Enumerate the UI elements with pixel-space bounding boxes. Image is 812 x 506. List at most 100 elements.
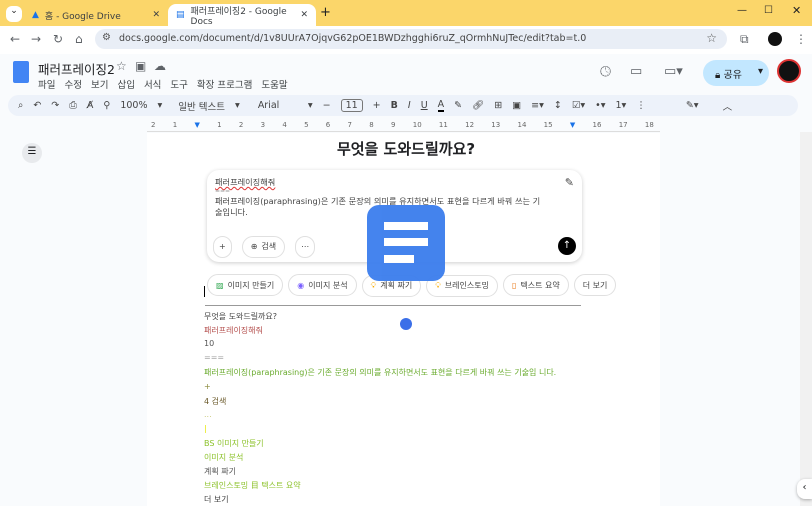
menu-bar: 파일 수정 보기 삽입 서식 도구 확장 프로그램 도움말 — [38, 77, 297, 91]
zoom-select[interactable]: 100% — [120, 100, 147, 111]
underline-icon[interactable]: U — [421, 100, 428, 111]
comment-add-icon[interactable]: ⊞ — [494, 100, 502, 111]
body-line: BS 이미지 만들기 — [204, 438, 264, 448]
bookmark-star-icon[interactable]: ☆ — [706, 31, 717, 45]
window-close-button[interactable]: ✕ — [792, 4, 801, 17]
tab-drive[interactable]: ▲ 홈 - Google Drive ✕ — [24, 4, 168, 26]
menu-tools[interactable]: 도구 — [170, 80, 187, 91]
back-icon[interactable]: ← — [10, 32, 20, 46]
menu-edit[interactable]: 수정 — [64, 80, 81, 91]
extensions-icon[interactable]: ⧉ — [740, 32, 749, 47]
star-icon[interactable]: ☆ — [116, 59, 127, 73]
site-info-icon[interactable]: ⚙ — [102, 32, 111, 43]
line-spacing-icon[interactable]: ↕ — [554, 100, 562, 111]
bold-icon[interactable]: B — [391, 100, 398, 111]
more-icon[interactable]: ⋮ — [795, 32, 807, 46]
link-icon[interactable]: 🔗︎ — [472, 100, 484, 111]
more-options-button[interactable]: ⋯ — [295, 236, 316, 258]
search-menus-icon[interactable]: ⌕ — [18, 100, 23, 111]
menu-file[interactable]: 파일 — [38, 80, 55, 91]
body-line: 패러프레이징(paraphrasing)은 기존 문장의 의미를 유지하면서도 … — [204, 368, 557, 378]
menu-extensions[interactable]: 확장 프로그램 — [197, 80, 252, 91]
lightbulb-icon: 💡︎ — [370, 280, 377, 290]
cloud-status-icon[interactable]: ☁ — [154, 59, 166, 73]
image-icon[interactable]: ▣ — [512, 100, 521, 111]
italic-icon[interactable]: I — [408, 100, 411, 111]
close-icon[interactable]: ✕ — [300, 10, 308, 20]
chip-more[interactable]: 더 보기 — [573, 274, 617, 296]
chip-summarize[interactable]: ▯ 텍스트 요약 — [502, 274, 569, 296]
increase-font-size-button[interactable]: + — [373, 100, 381, 111]
tab-docs[interactable]: ▤ 패러프레이징2 - Google Docs ✕ — [168, 4, 316, 27]
menu-view[interactable]: 보기 — [91, 80, 108, 91]
maximize-button[interactable]: ☐ — [764, 5, 773, 16]
spellcheck-icon[interactable]: A̸ — [87, 100, 94, 111]
bullet-list-icon[interactable]: •▾ — [595, 100, 605, 111]
checklist-icon[interactable]: ☑▾ — [572, 100, 585, 111]
side-panel-toggle[interactable]: ‹ — [797, 479, 812, 499]
print-icon[interactable]: ⎙ — [69, 100, 77, 111]
numbered-list-icon[interactable]: 1▾ — [616, 100, 627, 111]
reload-icon[interactable]: ↻ — [53, 32, 63, 46]
vertical-ruler[interactable] — [0, 132, 12, 506]
horizontal-ruler[interactable]: 2 1 ▼ 1 2 3 4 5 6 7 8 9 10 11 12 13 14 15 ▼ 16 17 18 — [147, 120, 660, 132]
menu-help[interactable]: 도움말 — [261, 80, 287, 91]
forward-icon[interactable]: → — [31, 32, 41, 46]
meet-icon[interactable]: ▭▾ — [664, 64, 683, 79]
chip-create-image[interactable]: ▨ 이미지 만들기 — [207, 274, 284, 296]
comments-icon[interactable]: ▭ — [630, 64, 642, 79]
body-line: 더 보기 — [204, 495, 229, 505]
account-avatar[interactable] — [777, 59, 801, 83]
url-input[interactable]: ⚙ docs.google.com/document/d/1v8UUrA7Ojq… — [95, 29, 727, 49]
new-tab-button[interactable]: + — [320, 5, 331, 20]
collapse-menus-icon[interactable]: ︿ — [723, 99, 733, 113]
move-folder-icon[interactable]: ▣ — [135, 59, 146, 73]
send-button[interactable]: ↑ — [558, 237, 576, 255]
text-color-icon[interactable]: A — [437, 99, 445, 112]
minimize-button[interactable]: — — [737, 5, 747, 16]
add-button[interactable]: + — [213, 236, 232, 258]
font-size-input[interactable]: 11 — [340, 99, 363, 112]
menu-format[interactable]: 서식 — [144, 80, 161, 91]
more-tools-icon[interactable]: ⋮ — [636, 100, 646, 111]
editing-mode-icon[interactable]: ✎▾ — [686, 100, 699, 111]
cursor-dot — [400, 318, 412, 330]
paint-format-icon[interactable]: ⚲ — [103, 100, 110, 111]
history-icon[interactable]: 🕓︎ — [600, 64, 611, 80]
close-icon[interactable]: ✕ — [152, 10, 160, 20]
docs-logo-icon[interactable] — [13, 61, 29, 83]
decrease-font-size-button[interactable]: − — [323, 100, 331, 111]
chip-analyze-image[interactable]: ◉ 이미지 분석 — [288, 274, 357, 296]
share-button[interactable]: 🔒︎ 공유 ▾ — [703, 60, 769, 86]
body-line: ... — [204, 409, 212, 419]
redo-icon[interactable]: ↷ — [51, 100, 59, 111]
profile-avatar[interactable] — [768, 32, 782, 46]
menu-insert[interactable]: 삽입 — [117, 80, 134, 91]
vertical-scrollbar[interactable] — [800, 132, 812, 506]
undo-icon[interactable]: ↶ — [33, 100, 41, 111]
document-title[interactable]: 패러프레이징2 — [38, 59, 115, 78]
align-icon[interactable]: ≡▾ — [531, 100, 544, 111]
body-line: 계획 짜기 — [204, 467, 236, 477]
docs-header: 패러프레이징2 ☆ ▣ ☁ 파일 수정 보기 삽입 서식 도구 확장 프로그램 도움말 🕓︎ … — [0, 54, 812, 94]
body-line: | — [204, 423, 207, 433]
chip-label: 텍스트 요약 — [520, 280, 560, 290]
edit-prompt-icon[interactable]: ✎ — [565, 176, 574, 191]
docs-icon: ▤ — [176, 10, 185, 20]
font-select[interactable]: Arial — [258, 100, 298, 111]
highlight-icon[interactable]: ✎ — [454, 100, 462, 111]
share-dropdown-icon[interactable]: ▾ — [758, 66, 763, 77]
search-tool-button[interactable]: ⊕ 검색 — [241, 236, 286, 258]
body-line: 브레인스토밍 目 텍스트 요약 — [204, 481, 301, 491]
gemini-heading: 무엇을 도와드릴까요? — [336, 140, 476, 158]
tab-search-button[interactable]: ⌄ — [6, 6, 22, 22]
search-label: 검색 — [261, 241, 277, 251]
home-icon[interactable]: ⌂ — [75, 32, 83, 46]
body-line: 10 — [204, 339, 215, 349]
style-select[interactable]: 일반 텍스트 — [178, 99, 225, 113]
formatting-toolbar: ⌕ ↶ ↷ ⎙ A̸ ⚲ 100% ▾ 일반 텍스트 ▾ Arial ▾ − 11 +… — [8, 95, 798, 116]
lightbulb-icon: 💡︎ — [435, 280, 441, 290]
chip-label: 브레인스토밍 — [444, 281, 489, 290]
drive-icon: ▲ — [32, 10, 39, 20]
body-line: === — [204, 353, 225, 363]
